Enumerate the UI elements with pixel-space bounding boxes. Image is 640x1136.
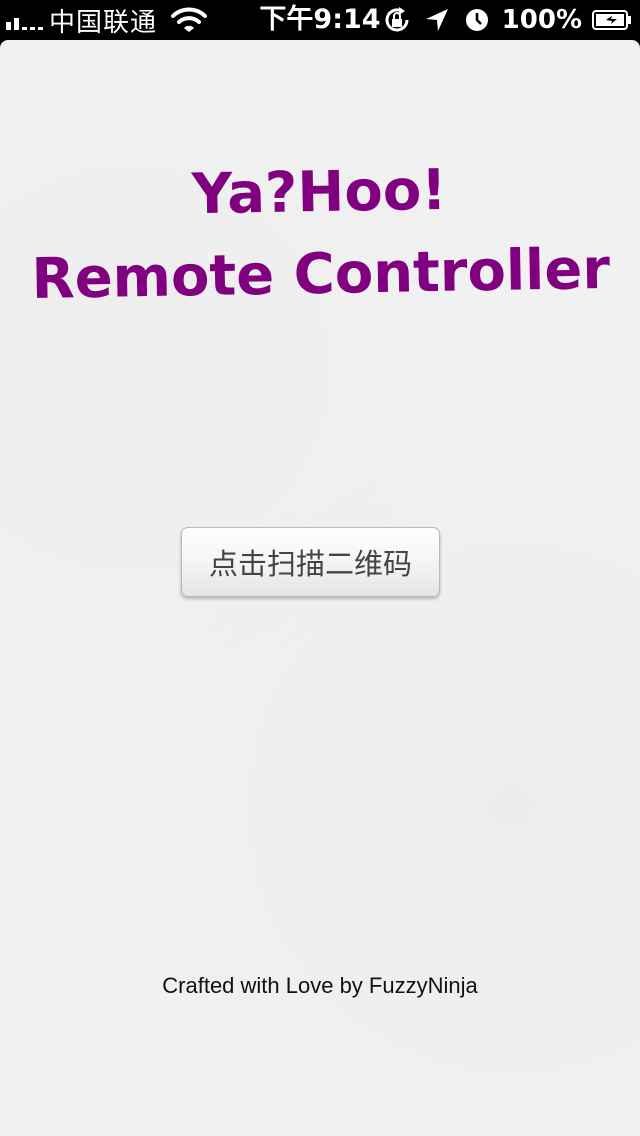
status-bar-left: 中国联通 <box>6 0 208 40</box>
carrier-name: 中国联通 <box>49 7 158 38</box>
scan-qr-code-button[interactable]: 点击扫描二维码 <box>181 527 440 597</box>
rotation-lock-icon <box>385 7 409 32</box>
battery-percent: 100% <box>501 5 582 35</box>
app-title: Ya?Hoo! Remote Controller <box>0 146 640 321</box>
battery-icon <box>592 10 631 30</box>
wifi-icon <box>171 7 208 32</box>
title-line-1: Ya?Hoo! <box>191 157 448 228</box>
signal-icon <box>6 10 43 30</box>
main-screen: Ya?Hoo! Remote Controller 点击扫描二维码 Crafte… <box>0 40 640 1136</box>
status-bar-right: 100% <box>382 0 632 40</box>
status-bar: 中国联通 下午9:14 100% <box>0 0 640 40</box>
footer-credit: Crafted with Love by FuzzyNinja <box>162 973 478 998</box>
location-icon <box>425 9 448 31</box>
alarm-icon <box>465 9 488 31</box>
title-line-2: Remote Controller <box>30 236 611 313</box>
